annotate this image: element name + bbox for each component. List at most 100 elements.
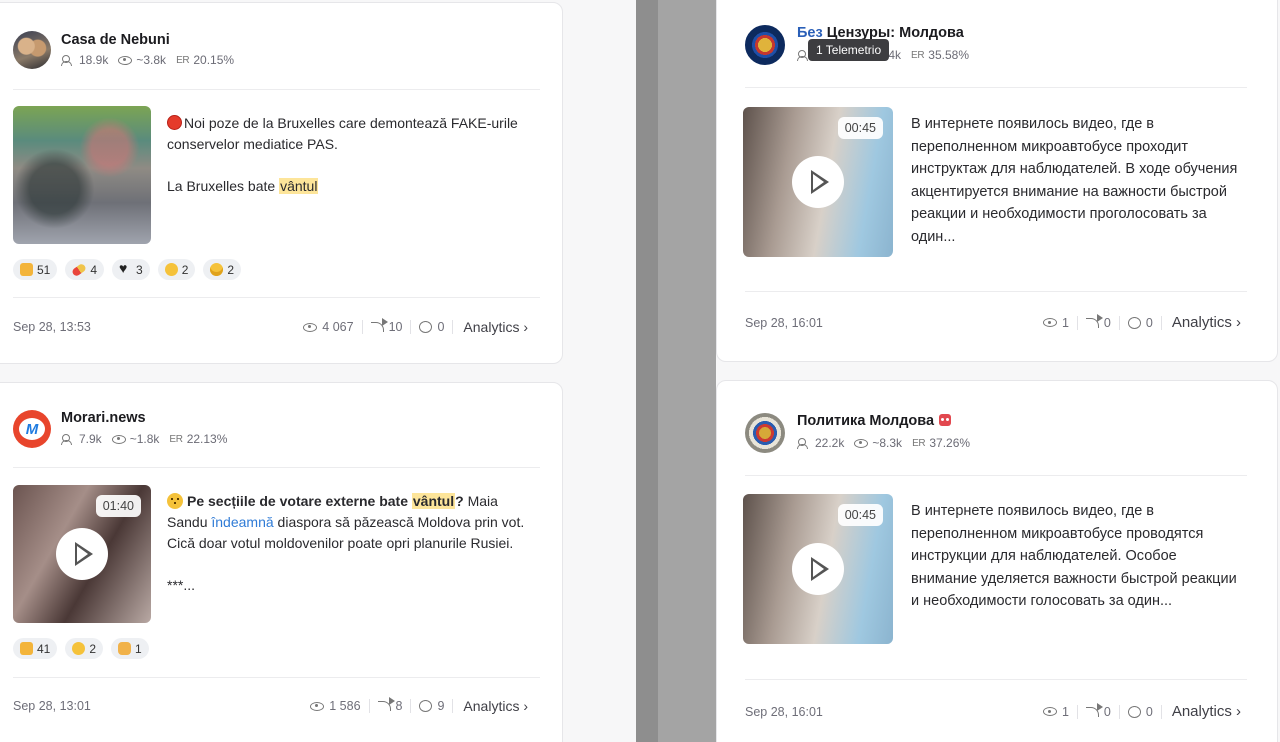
post-image[interactable] — [13, 106, 151, 244]
analytics-link[interactable]: Analytics › — [1172, 314, 1241, 331]
reaction-fist[interactable]: 1 — [111, 638, 149, 659]
comments-count: 0 — [1145, 704, 1153, 719]
analytics-link[interactable]: Analytics › — [463, 319, 528, 335]
left-pane: Casa de Nebuni 18.9k ~3.8k ER 20.15% Noi … — [0, 0, 636, 742]
header-divider — [745, 87, 1247, 88]
header-divider — [13, 89, 540, 90]
reactions-bar: 51 4 3 2 2 — [13, 259, 242, 280]
reaction-thumbs-down[interactable]: 41 — [13, 638, 58, 659]
channel-avatar[interactable] — [745, 413, 785, 453]
post-footer: Sep 28, 16:01 1 0 0 Analytics › — [745, 314, 1241, 331]
er-label: ER — [169, 433, 183, 445]
post-footer: Sep 28, 13:53 4 067 10 0 Analytics › — [13, 319, 528, 335]
grin-icon — [164, 263, 178, 276]
post-date: Sep 28, 13:53 — [13, 320, 91, 334]
reaction-grin[interactable]: 2 — [157, 259, 196, 280]
robot-icon — [939, 414, 952, 426]
thumbs-down-icon — [20, 642, 33, 655]
subscribers-count: 7.9k — [79, 432, 102, 446]
comment-icon — [1127, 705, 1141, 718]
reaction-shocked[interactable]: 2 — [203, 259, 242, 280]
er-label: ER — [911, 49, 925, 61]
shares-count: 0 — [1103, 704, 1111, 719]
er-value: 35.58% — [928, 48, 969, 62]
post-link[interactable]: îndeamnă — [211, 514, 273, 530]
views-icon — [303, 322, 318, 332]
highlighted-keyword: vântul — [411, 493, 456, 509]
channel-avatar[interactable] — [13, 31, 51, 69]
channel-avatar[interactable] — [745, 25, 785, 65]
comment-icon — [419, 321, 433, 333]
channel-stats: 22.2k ~8.3k ER 37.26% — [797, 436, 970, 450]
header-divider — [745, 475, 1247, 476]
post-views: 1 — [1035, 704, 1078, 719]
post-footer: Sep 28, 16:01 1 0 0 Analytics › — [745, 703, 1241, 720]
reaction-count: 3 — [136, 262, 143, 277]
thinking-face-icon — [167, 493, 183, 509]
analytics-link[interactable]: Analytics › — [463, 698, 528, 714]
post-views: 4 067 — [295, 320, 363, 334]
channel-stats: 18.9k ~3.8k ER 20.15% — [61, 53, 234, 67]
comments-count: 9 — [437, 699, 445, 713]
post-shares: 0 — [1078, 315, 1120, 330]
post-text: В интернете появилось видео, где в переп… — [911, 116, 1238, 245]
analytics-link[interactable]: Analytics › — [1172, 703, 1241, 720]
split-gutter — [636, 0, 658, 742]
views-icon — [1042, 707, 1057, 716]
share-icon — [1085, 317, 1099, 328]
post-video-thumbnail[interactable]: 00:45 — [743, 494, 893, 644]
views-icon — [118, 55, 133, 65]
post-title-end: ? — [455, 493, 464, 509]
footer-divider — [745, 679, 1247, 680]
comment-icon — [1127, 316, 1141, 329]
post-card-casa-de-nebuni: Casa de Nebuni 18.9k ~3.8k ER 20.15% Noi … — [0, 2, 563, 364]
reaction-pill[interactable]: 4 — [65, 259, 105, 280]
channel-stats: 7.9k ~1.8k ER 22.13% — [61, 432, 227, 446]
video-duration: 00:45 — [837, 117, 883, 139]
reaction-count: 1 — [135, 641, 142, 656]
avg-views: ~1.8k — [129, 432, 160, 446]
shares-count: 8 — [395, 699, 403, 713]
reaction-count: 2 — [89, 641, 97, 656]
reaction-heart[interactable]: 3 — [112, 259, 150, 280]
play-icon[interactable] — [792, 156, 844, 208]
views-count: 1 586 — [329, 699, 361, 713]
avg-views: ~3.8k — [136, 53, 167, 67]
post-date: Sep 28, 16:01 — [745, 315, 823, 330]
post-paragraph-2: La Bruxelles bate — [167, 178, 280, 194]
header-divider — [13, 467, 540, 468]
views-count: 1 — [1061, 704, 1069, 719]
channel-name[interactable]: Casa de Nebuni — [61, 32, 170, 48]
avg-views: ~8.3k — [872, 436, 903, 450]
er-value: 22.13% — [186, 432, 228, 446]
comment-icon — [419, 700, 433, 712]
reaction-grin[interactable]: 2 — [65, 638, 104, 659]
comments-count: 0 — [437, 320, 445, 334]
reaction-count: 41 — [37, 641, 51, 656]
play-icon[interactable] — [792, 543, 844, 595]
post-video-thumbnail[interactable]: 00:45 — [743, 107, 893, 257]
play-icon[interactable] — [56, 528, 108, 580]
reaction-thumbs-up[interactable]: 51 — [13, 259, 58, 280]
er-label: ER — [912, 437, 926, 449]
post-shares: 8 — [370, 699, 412, 713]
footer-divider — [745, 291, 1247, 292]
tooltip: 1 Telemetrio — [808, 39, 890, 61]
reaction-count: 4 — [90, 262, 98, 277]
channel-name[interactable]: Morari.news — [61, 410, 146, 426]
subscribers-count: 18.9k — [79, 53, 109, 67]
views-icon — [310, 701, 325, 711]
reaction-count: 2 — [181, 262, 189, 277]
channel-name[interactable]: Политика Молдова — [797, 413, 952, 429]
channel-avatar[interactable]: M — [13, 410, 51, 448]
views-icon — [1042, 318, 1057, 327]
subscribers-icon — [797, 437, 811, 449]
thumbs-up-icon — [20, 263, 33, 276]
heart-icon — [119, 260, 132, 276]
red-circle-icon — [167, 115, 182, 130]
post-comments: 0 — [411, 320, 454, 334]
post-video-thumbnail[interactable]: 01:40 — [13, 485, 151, 623]
post-card-politika-moldova: Политика Молдова 22.2k ~8.3k ER 37.26% 00… — [716, 380, 1278, 742]
pill-icon — [71, 262, 88, 277]
subscribers-icon — [61, 54, 75, 66]
